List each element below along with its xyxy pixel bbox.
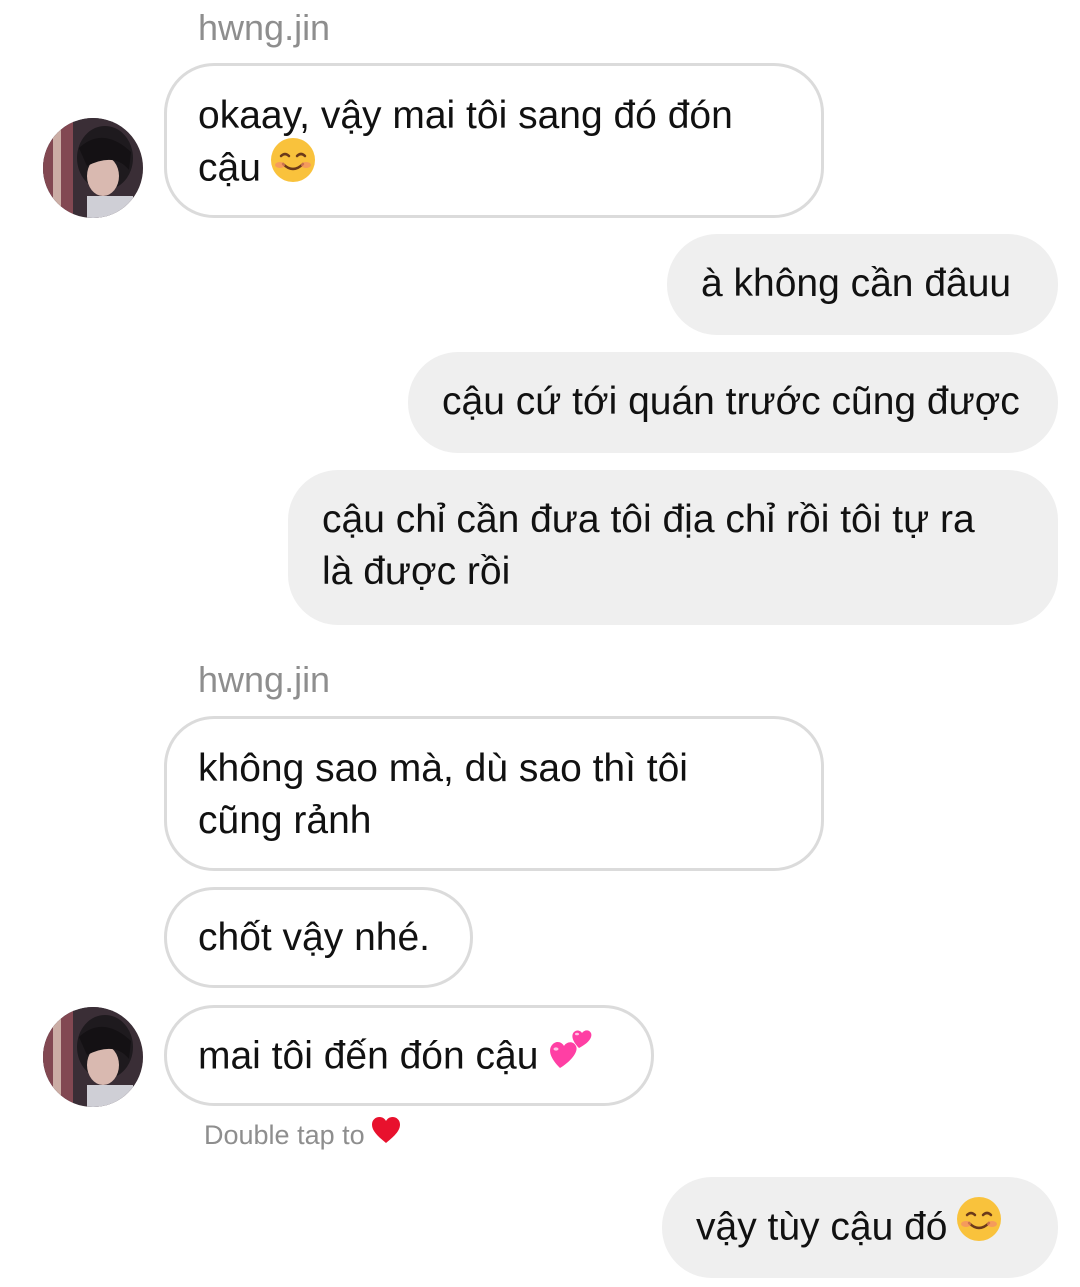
message-bubble-outgoing[interactable]: à không cần đâuu xyxy=(667,234,1058,335)
message-bubble-outgoing[interactable]: cậu chỉ cần đưa tôi địa chỉ rồi tôi tự r… xyxy=(288,470,1058,625)
reaction-hint: Double tap to xyxy=(204,1117,401,1153)
message-text: à không cần đâuu xyxy=(701,262,1012,305)
smiling-face-icon xyxy=(269,136,317,198)
message-text-line: cậu xyxy=(198,138,821,198)
sender-name: hwng.jin xyxy=(198,659,331,700)
message-text-line: vậy tùy cậu đó xyxy=(696,1197,1058,1257)
message-text: chốt vậy nhé. xyxy=(198,916,430,959)
avatar[interactable] xyxy=(43,118,143,218)
message-text: cậu cứ tới quán trước cũng được xyxy=(442,380,1020,423)
message-text-line: mai tôi đến đón cậu xyxy=(198,1030,651,1086)
sender-name: hwng.jin xyxy=(198,7,331,48)
message-bubble-incoming[interactable]: mai tôi đến đón cậu xyxy=(164,1005,654,1106)
message-text: không sao mà, dù sao thì tôi xyxy=(198,747,688,790)
message-text: okaay, vậy mai tôi sang đó đón xyxy=(198,94,733,137)
message-bubble-incoming[interactable]: okaay, vậy mai tôi sang đó đón cậu xyxy=(164,63,824,218)
message-bubble-incoming[interactable]: chốt vậy nhé. xyxy=(164,887,473,988)
message-text-line: cũng rảnh xyxy=(198,799,372,842)
smiling-face-icon xyxy=(955,1195,1003,1257)
red-heart-icon xyxy=(371,1116,401,1153)
avatar[interactable] xyxy=(43,1007,143,1107)
message-bubble-outgoing[interactable]: vậy tùy cậu đó xyxy=(662,1177,1058,1278)
message-text-line: là được rồi xyxy=(322,550,511,593)
message-bubble-incoming[interactable]: không sao mà, dù sao thì tôi cũng rảnh xyxy=(164,716,824,871)
two-hearts-icon xyxy=(546,1024,596,1086)
reaction-hint-text: Double tap to xyxy=(204,1120,365,1150)
message-bubble-outgoing[interactable]: cậu cứ tới quán trước cũng được xyxy=(408,352,1058,453)
message-text: cậu chỉ cần đưa tôi địa chỉ rồi tôi tự r… xyxy=(322,498,975,541)
